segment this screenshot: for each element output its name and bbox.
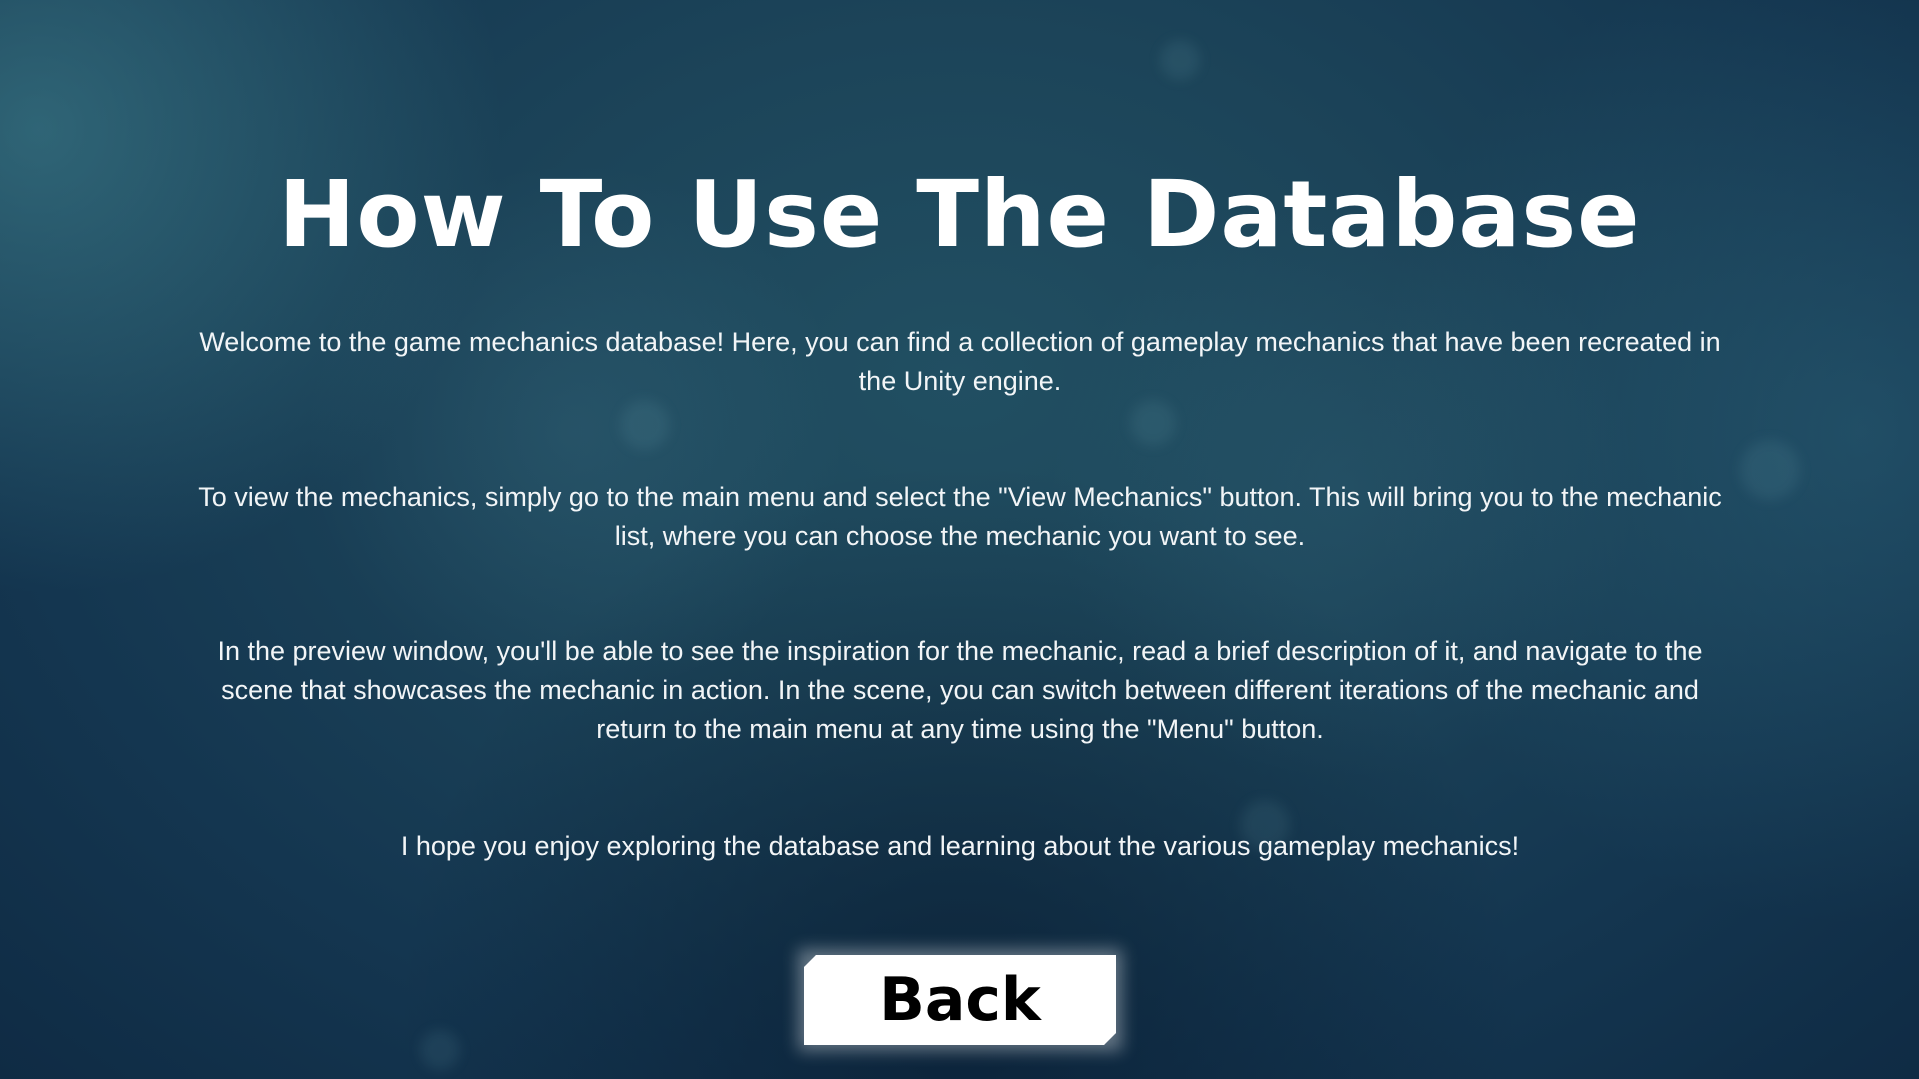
background-bokeh — [1740, 440, 1800, 500]
page-title: How To Use The Database — [278, 161, 1641, 268]
view-mechanics-paragraph: To view the mechanics, simply go to the … — [198, 482, 1722, 551]
background-bokeh — [1130, 400, 1176, 446]
background-bokeh — [1160, 40, 1200, 80]
closing-paragraph: I hope you enjoy exploring the database … — [400, 831, 1520, 861]
background-bokeh — [420, 1030, 460, 1070]
intro-paragraph: Welcome to the game mechanics database! … — [199, 327, 1721, 396]
background-bokeh — [620, 400, 670, 450]
back-button[interactable]: Back — [804, 955, 1116, 1045]
preview-window-paragraph: In the preview window, you'll be able to… — [217, 636, 1703, 744]
